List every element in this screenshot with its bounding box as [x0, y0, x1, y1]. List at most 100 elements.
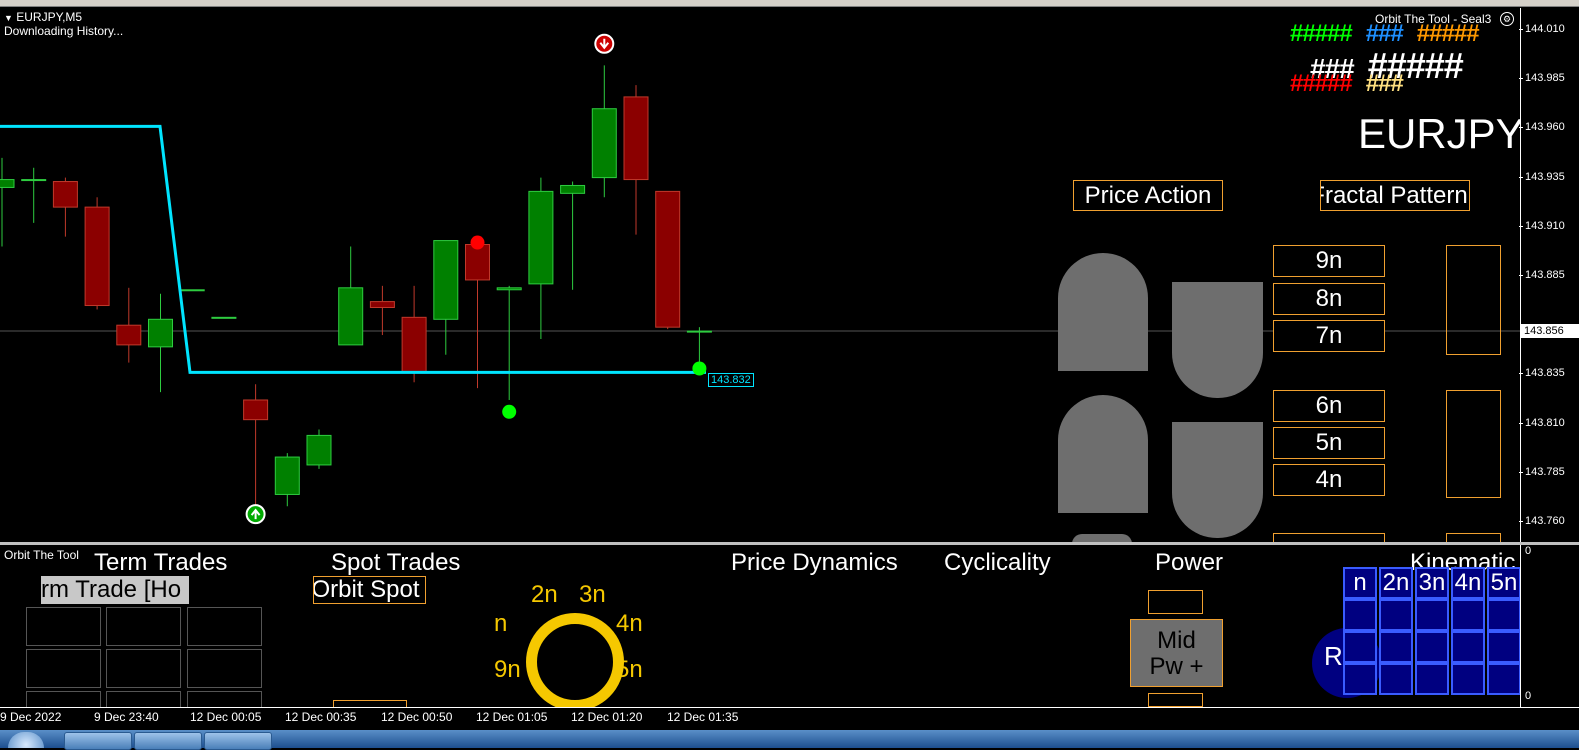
arch-shape-up-3 — [1072, 534, 1132, 542]
time-tick: 12 Dec 00:05 — [190, 710, 262, 724]
kin-header-cell: 5n — [1487, 567, 1520, 599]
kin-grid-cell — [1343, 663, 1377, 695]
time-tick: 12 Dec 00:35 — [285, 710, 357, 724]
candle-body-up — [528, 190, 554, 285]
candle-body-up — [591, 108, 617, 179]
candle-body-down — [116, 324, 142, 346]
term-grid-cell — [187, 691, 262, 707]
candle-body-up — [306, 434, 332, 466]
level-7n[interactable]: 7n — [1273, 320, 1385, 352]
time-tick: 12 Dec 00:50 — [381, 710, 453, 724]
kin-grid-cell — [1415, 599, 1449, 631]
kin-header-cell: 3n — [1415, 567, 1449, 599]
price-tick: 144.010 — [1519, 23, 1565, 35]
candle — [338, 246, 364, 346]
kin-grid-cell — [1451, 663, 1485, 695]
kin-grid-cell — [1415, 631, 1449, 663]
candle — [179, 289, 205, 292]
level-9n[interactable]: 9n — [1273, 245, 1385, 277]
level-8n[interactable]: 8n — [1273, 283, 1385, 315]
power-box-partial — [1148, 693, 1203, 707]
time-tick: 9 Dec 2022 — [0, 710, 62, 724]
candle-body-up — [560, 184, 586, 194]
current-price-tag: 143.856 — [1521, 324, 1579, 338]
power-mid-line1: Mid — [1157, 627, 1196, 654]
candle-body-up — [496, 287, 522, 291]
symbol-title: ▼ EURJPY,M5 — [4, 10, 83, 24]
status-text: Downloading History... — [4, 24, 124, 38]
cycle-label-2n: 2n — [531, 581, 558, 608]
main-chart[interactable]: ▼ EURJPY,M5 Downloading History... 143.8… — [0, 8, 1520, 542]
candle-body-up — [274, 456, 300, 495]
taskbar-app-button[interactable] — [204, 732, 272, 750]
kin-grid-cell — [1487, 631, 1520, 663]
side-box-partial — [1446, 533, 1501, 542]
kin-header-cell: n — [1343, 567, 1377, 599]
level-5n[interactable]: 5n — [1273, 427, 1385, 459]
kin-grid-cell — [1343, 599, 1377, 631]
big-symbol-label: EURJPY — [1358, 110, 1520, 157]
arch-shape-up-1 — [1058, 253, 1148, 371]
term-trades-heading: Term Trades — [94, 549, 228, 576]
power-mid-box[interactable]: Mid Pw + — [1130, 619, 1223, 687]
arch-shape-down-1 — [1172, 282, 1263, 398]
kin-grid-cell — [1451, 599, 1485, 631]
candle — [528, 177, 554, 339]
hash-signal-panel: ##### ### ##### ### ##### ##### ### — [1290, 20, 1520, 115]
candle-body-up — [179, 289, 205, 292]
time-tick: 12 Dec 01:35 — [667, 710, 739, 724]
spot-box-partial — [333, 700, 407, 707]
time-tick: 12 Dec 01:05 — [476, 710, 548, 724]
fractal-pattern-button[interactable]: Fractal Pattern — [1320, 180, 1470, 211]
kin-header-cell: 4n — [1451, 567, 1485, 599]
kinematics-grid: n 2n 3n 4n 5n — [1343, 567, 1520, 707]
level-box-partial — [1273, 533, 1385, 542]
indicator-axis-bottom: 0 — [1525, 690, 1532, 702]
term-grid-cell — [187, 607, 262, 646]
term-trade-field[interactable]: rm Trade [Ho — [41, 576, 189, 604]
line-price-label: 143.832 — [708, 373, 754, 387]
buy-dot-icon — [692, 361, 707, 376]
indicator-pane-name: Orbit The Tool — [4, 548, 79, 562]
kin-grid-cell — [1415, 663, 1449, 695]
hash-row: ##### ### ##### — [1290, 20, 1493, 48]
kin-grid-cell — [1451, 631, 1485, 663]
candle — [116, 287, 142, 363]
kin-grid-cell — [1487, 663, 1520, 695]
candle-body-down — [84, 206, 110, 307]
start-button-icon[interactable] — [8, 732, 44, 748]
hash-signal: ##### — [1290, 70, 1353, 97]
level-4n[interactable]: 4n — [1273, 464, 1385, 496]
price-tick: 143.985 — [1519, 72, 1565, 85]
time-tick: 12 Dec 01:20 — [571, 710, 643, 724]
time-tick: 9 Dec 23:40 — [94, 710, 159, 724]
term-grid-cell — [26, 691, 101, 707]
arch-shape-up-2 — [1058, 395, 1148, 513]
candle-body-up — [21, 179, 47, 182]
cycle-label-3n: 3n — [579, 581, 606, 608]
side-box-bottom — [1446, 390, 1501, 498]
level-6n[interactable]: 6n — [1273, 390, 1385, 422]
price-tick: 143.910 — [1519, 219, 1565, 232]
candle — [52, 177, 78, 237]
candle — [211, 316, 237, 319]
cyclicality-heading: Cyclicality — [944, 549, 1051, 576]
dropdown-triangle-icon[interactable]: ▼ — [4, 13, 13, 23]
price-action-button[interactable]: Price Action — [1073, 180, 1223, 211]
cycle-label-4n: 4n — [616, 610, 643, 637]
kin-header-cell: 2n — [1379, 567, 1413, 599]
candle-body-down — [243, 399, 269, 421]
hash-signal: ##### — [1290, 20, 1353, 47]
candle-body-down — [623, 96, 649, 181]
spot-trades-heading: Spot Trades — [331, 549, 461, 576]
orbit-spot-field[interactable]: Orbit Spot — [313, 576, 426, 604]
taskbar-app-button[interactable] — [64, 732, 132, 750]
candle-body-down — [465, 244, 490, 281]
candle — [369, 285, 395, 336]
window-top-bar — [0, 0, 1579, 7]
indicator-pane[interactable]: Orbit The Tool Term Trades rm Trade [Ho … — [0, 545, 1520, 707]
candle — [148, 293, 173, 393]
candle-body-down — [401, 316, 427, 373]
taskbar-app-button[interactable] — [134, 732, 202, 750]
candle — [655, 190, 681, 330]
